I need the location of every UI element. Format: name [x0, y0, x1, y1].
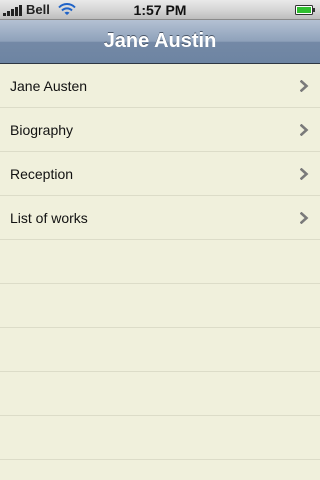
- chevron-right-icon: [300, 212, 309, 224]
- list-item-label: List of works: [10, 210, 88, 226]
- nav-title: Jane Austin: [103, 30, 217, 52]
- chevron-right-icon: [300, 124, 309, 136]
- chevron-right-icon: [300, 168, 309, 180]
- empty-row: [0, 328, 320, 372]
- list-item-list-of-works[interactable]: List of works: [0, 196, 320, 240]
- chevron-right-icon: [300, 80, 309, 92]
- empty-row: [0, 284, 320, 328]
- navigation-bar: Jane Austin: [0, 20, 320, 64]
- status-time: 1:57 PM: [133, 2, 187, 18]
- list-item-jane-austen[interactable]: Jane Austen: [0, 64, 320, 108]
- list-item-label: Reception: [10, 166, 74, 182]
- list-item-label: Jane Austen: [10, 78, 88, 94]
- empty-row: [0, 460, 320, 480]
- table-list: Jane Austen Biography Reception List of …: [0, 64, 320, 480]
- status-bar: Bell 1:57 PM: [0, 0, 320, 20]
- battery-icon: [295, 5, 315, 15]
- empty-row: [0, 240, 320, 284]
- empty-row: [0, 372, 320, 416]
- list-item-biography[interactable]: Biography: [0, 108, 320, 152]
- empty-row: [0, 416, 320, 460]
- list-item-reception[interactable]: Reception: [0, 152, 320, 196]
- list-item-label: Biography: [10, 122, 74, 138]
